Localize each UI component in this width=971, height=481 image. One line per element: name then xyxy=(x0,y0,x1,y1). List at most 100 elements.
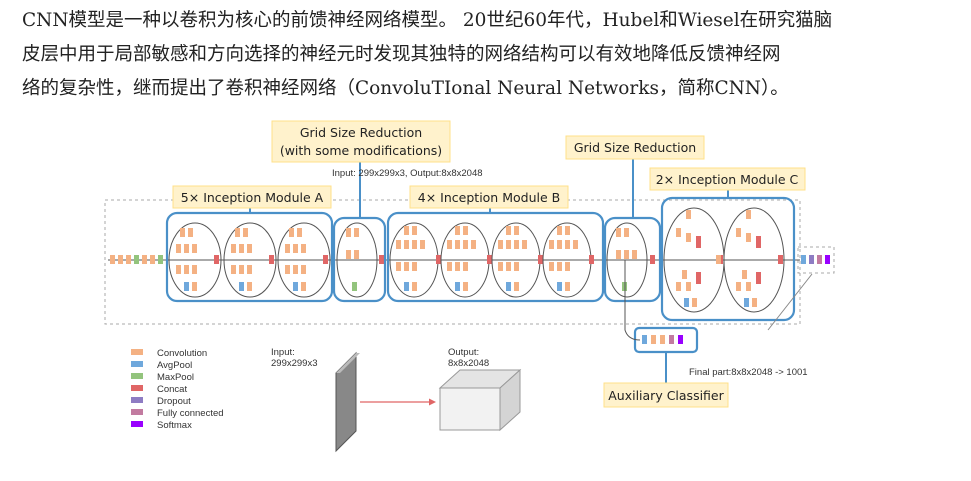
conv-layer xyxy=(235,228,240,237)
conv-layer xyxy=(176,265,181,274)
callout-module-a: 5× Inception Module A xyxy=(172,185,332,209)
conv-layer xyxy=(557,262,562,271)
final-layer xyxy=(817,255,822,264)
concat-layer xyxy=(214,255,219,264)
transform-output-shape: 8x8x2048 xyxy=(448,358,489,369)
concat-layer xyxy=(269,255,274,264)
legend-label: Convolution xyxy=(157,348,207,359)
legend-swatch xyxy=(131,385,143,391)
legend-label: MaxPool xyxy=(157,372,194,383)
conv-layer xyxy=(396,240,401,249)
concat-layer xyxy=(323,255,328,264)
conv-layer xyxy=(243,228,248,237)
avgpool-layer xyxy=(404,282,409,291)
conv-layer xyxy=(498,262,503,271)
conv-layer xyxy=(514,240,519,249)
final-part-pointer xyxy=(767,273,813,331)
avgpool-layer xyxy=(239,282,244,291)
callout-module-a-label: 5× Inception Module A xyxy=(181,190,324,205)
conv-layer xyxy=(498,240,503,249)
concat-layer xyxy=(756,236,761,248)
conv-layer xyxy=(346,228,351,237)
conv-layer xyxy=(404,226,409,235)
final-layer xyxy=(809,255,814,264)
avgpool-layer xyxy=(744,298,749,307)
conv-layer xyxy=(354,228,359,237)
conv-layer xyxy=(239,244,244,253)
conv-layer xyxy=(301,244,306,253)
conv-layer xyxy=(557,240,562,249)
legend-swatch xyxy=(131,349,143,355)
conv-layer xyxy=(463,240,468,249)
conv-layer xyxy=(686,282,691,291)
legend-label: Fully connected xyxy=(157,408,224,419)
stem-layer xyxy=(150,255,155,264)
concat-layer xyxy=(650,255,655,264)
concat-layer xyxy=(379,255,384,264)
conv-layer xyxy=(616,228,621,237)
conv-layer xyxy=(624,250,629,259)
avgpool-layer xyxy=(184,282,189,291)
conv-layer xyxy=(192,265,197,274)
legend-swatch xyxy=(131,373,143,379)
conv-layer xyxy=(176,244,181,253)
maxpool-layer xyxy=(352,282,357,291)
conv-layer xyxy=(231,244,236,253)
conv-layer xyxy=(746,282,751,291)
conv-layer xyxy=(301,282,306,291)
concat-layer xyxy=(538,255,543,264)
conv-layer xyxy=(396,262,401,271)
final-part-label: Final part:8x8x2048 -> 1001 xyxy=(689,367,808,378)
module-b-box xyxy=(386,211,605,303)
legend-swatch xyxy=(131,397,143,403)
conv-layer xyxy=(506,226,511,235)
conv-layer xyxy=(455,226,460,235)
concat-layer xyxy=(436,255,441,264)
concat-layer xyxy=(589,255,594,264)
concat-layer xyxy=(778,255,783,264)
conv-layer xyxy=(192,244,197,253)
avgpool-layer xyxy=(557,282,562,291)
conv-layer xyxy=(565,262,570,271)
conv-layer xyxy=(463,226,468,235)
callout-module-c: 2× Inception Module C xyxy=(649,167,806,191)
conv-layer xyxy=(184,265,189,274)
conv-layer xyxy=(616,250,621,259)
conv-layer xyxy=(736,228,741,237)
conv-layer xyxy=(471,240,476,249)
conv-layer xyxy=(285,244,290,253)
final-layer xyxy=(825,255,830,264)
module-c-box xyxy=(660,196,796,322)
aux-layer xyxy=(660,335,665,344)
conv-layer xyxy=(506,262,511,271)
conv-layer xyxy=(420,240,425,249)
conv-layer xyxy=(716,255,721,264)
concat-layer xyxy=(756,272,761,284)
conv-layer xyxy=(736,282,741,291)
transform-input-shape: 299x299x3 xyxy=(271,358,317,369)
transform-arrowhead xyxy=(429,398,436,406)
callout-module-b-label: 4× Inception Module B xyxy=(418,190,560,205)
conv-layer xyxy=(247,244,252,253)
legend-swatch xyxy=(131,409,143,415)
conv-layer xyxy=(514,262,519,271)
aux-layer xyxy=(642,335,647,344)
conv-layer xyxy=(180,228,185,237)
callout-grid-reduction-2: Grid Size Reduction xyxy=(565,135,705,160)
inception-v3-diagram: 5× Inception Module A Grid Size Reductio… xyxy=(104,120,835,453)
conv-layer xyxy=(506,240,511,249)
conv-layer xyxy=(293,244,298,253)
conv-layer xyxy=(463,262,468,271)
conv-layer xyxy=(231,265,236,274)
legend-swatch xyxy=(131,361,143,367)
aux-layer xyxy=(678,335,683,344)
conv-layer xyxy=(301,265,306,274)
conv-layer xyxy=(192,282,197,291)
input-tensor-slab xyxy=(335,351,360,453)
conv-layer xyxy=(676,228,681,237)
io-shape-label: Input: 299x299x3, Output:8x8x2048 xyxy=(332,168,483,179)
conv-layer xyxy=(354,250,359,259)
callout-grid-1-line2: (with some modifications) xyxy=(280,143,442,158)
conv-layer xyxy=(565,282,570,291)
conv-layer xyxy=(692,298,697,307)
